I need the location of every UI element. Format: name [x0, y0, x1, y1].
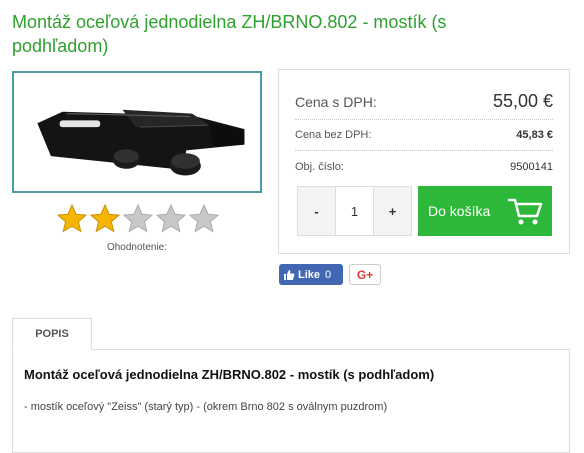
tab-description[interactable]: POPIS — [12, 318, 92, 350]
thumbs-up-icon — [284, 269, 295, 280]
description-panel: Montáž oceľová jednodielna ZH/BRNO.802 -… — [12, 349, 570, 453]
rating-label: Ohodnotenie: — [106, 242, 168, 253]
google-plus-button[interactable]: G+ — [349, 264, 381, 285]
product-title: Montáž oceľová jednodielna ZH/BRNO.802 -… — [12, 12, 447, 56]
scope-mount-illustration — [37, 109, 245, 176]
star-rating[interactable] — [56, 203, 220, 237]
product-code-row: Obj. číslo: 9500141 — [295, 151, 553, 182]
facebook-like-count: 0 — [325, 268, 332, 281]
price-without-vat-value: 45,83 € — [516, 129, 553, 141]
star-filled-icon[interactable] — [89, 203, 121, 235]
star-empty-icon[interactable] — [122, 203, 154, 235]
facebook-like-label: Like — [298, 268, 321, 281]
star-empty-icon[interactable] — [188, 203, 220, 235]
star-empty-icon[interactable] — [155, 203, 187, 235]
facebook-like-button[interactable]: Like 0 — [279, 264, 343, 285]
social-buttons: Like 0 G+ — [279, 264, 381, 285]
description-text: - mostík oceľový "Zeiss" (starý typ) - (… — [24, 401, 388, 413]
cart-icon — [507, 198, 543, 225]
price-without-vat-label: Cena bez DPH: — [295, 129, 372, 141]
add-to-cart-button[interactable]: Do košíka — [418, 186, 552, 236]
quantity-input[interactable]: 1 — [336, 187, 374, 235]
product-page: Montáž oceľová jednodielna ZH/BRNO.802 -… — [0, 0, 584, 453]
price-box: Cena s DPH: 55,00 € Cena bez DPH: 45,83 … — [278, 69, 570, 254]
description-title: Montáž oceľová jednodielna ZH/BRNO.802 -… — [24, 367, 435, 382]
quantity-increase-button[interactable]: + — [374, 187, 411, 235]
add-to-cart-label: Do košíka — [428, 203, 491, 219]
quantity-decrease-button[interactable]: - — [298, 187, 336, 235]
quantity-stepper: - 1 + — [297, 186, 412, 236]
price-with-vat-label: Cena s DPH: — [295, 93, 377, 110]
price-without-vat-row: Cena bez DPH: 45,83 € — [295, 120, 553, 151]
product-code-value: 9500141 — [510, 160, 553, 173]
star-filled-icon[interactable] — [56, 203, 88, 235]
product-code-label: Obj. číslo: — [295, 160, 344, 173]
price-with-vat-row: Cena s DPH: 55,00 € — [295, 84, 553, 120]
price-with-vat-value: 55,00 € — [492, 91, 553, 111]
product-image[interactable] — [12, 71, 262, 193]
